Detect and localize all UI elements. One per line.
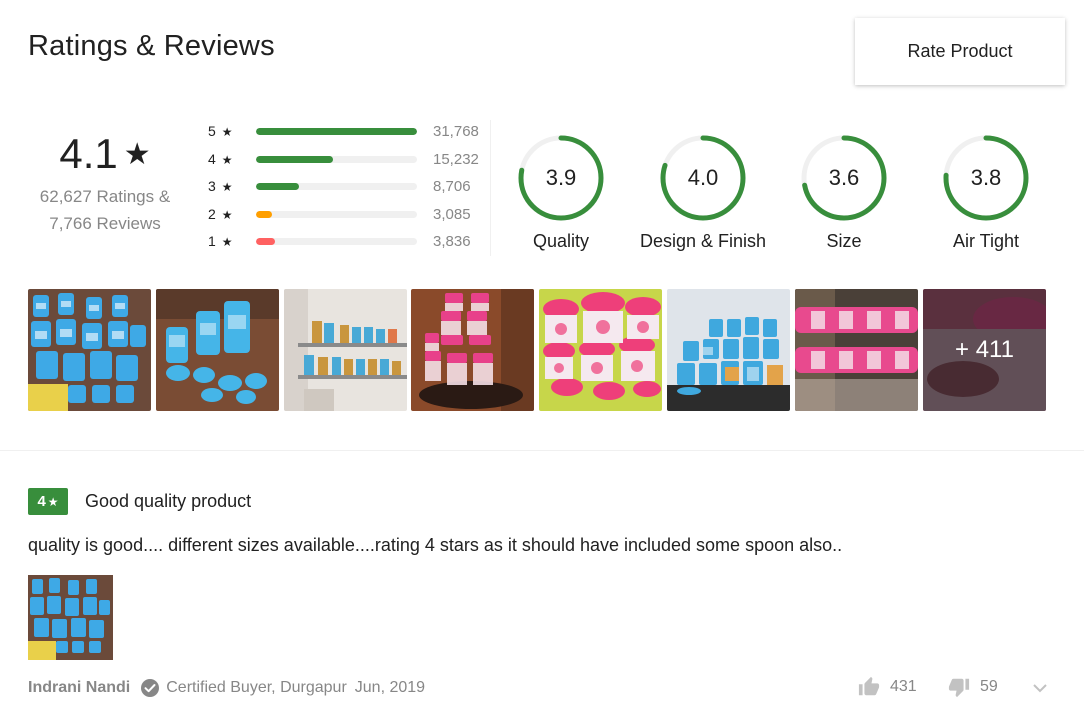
rating-label: 1 ★ [208, 233, 233, 249]
reviews-count: 7,766 Reviews [49, 214, 161, 233]
reviewer-name: Indrani Nandi [28, 679, 131, 696]
ratings-count: 62,627 Ratings & [39, 187, 171, 206]
rating-row-2: 2 ★ 3,085 [208, 204, 488, 224]
star-icon: ★ [221, 180, 233, 194]
review-photo-thumbnail[interactable] [539, 289, 662, 411]
rating-bar-fill [256, 210, 273, 218]
rating-row-4: 4 ★ 15,232 [208, 149, 488, 169]
upvote-count: 431 [890, 678, 917, 695]
rating-bar-fill [256, 155, 334, 163]
rating-bar-fill [256, 237, 276, 245]
rating-count: 3,085 [433, 205, 471, 223]
star-icon: ★ [221, 208, 233, 222]
more-photos-label: + 411 [923, 289, 1046, 411]
rating-row-5: 5 ★ 31,768 [208, 121, 488, 141]
aspect-size: 3.6 Size [764, 133, 924, 252]
aspect-ring: 4.0 [660, 135, 746, 221]
rating-bar-fill [256, 182, 300, 190]
rating-bar-track [256, 182, 417, 190]
review-photo-thumbnail[interactable] [156, 289, 279, 411]
downvote-count: 59 [980, 678, 998, 695]
average-value: 4.1 [59, 130, 118, 177]
review-rating-value: 4 [37, 493, 46, 510]
aspect-label: Design & Finish [639, 231, 767, 251]
thumbs-up-icon [858, 676, 880, 696]
verified-check-icon [141, 679, 160, 697]
aspect-ring: 3.8 [943, 135, 1029, 221]
aspect-score: 4.0 [688, 165, 719, 190]
review-date: Jun, 2019 [354, 679, 426, 696]
star-icon: ★ [47, 494, 59, 509]
review-text: quality is good.... different sizes avai… [28, 535, 843, 555]
review-photo-thumbnail[interactable] [795, 289, 918, 411]
aspect-label: Air Tight [952, 231, 1020, 251]
rating-label: 5 ★ [208, 123, 233, 139]
star-icon: ★ [123, 138, 151, 171]
average-rating: 4.1 ★ [30, 130, 180, 179]
aspect-score: 3.8 [971, 165, 1002, 190]
aspect-label: Quality [532, 231, 590, 251]
thumbs-down-icon [948, 678, 970, 698]
rating-bar-track [256, 127, 417, 135]
rating-count: 3,836 [433, 232, 471, 250]
chevron-down-icon[interactable] [1032, 680, 1048, 701]
rating-bar-fill [256, 127, 417, 135]
review-meta: Indrani Nandi Certified Buyer, Durgapur … [28, 678, 425, 698]
star-icon: ★ [221, 125, 233, 139]
review-photo-thumbnail[interactable] [411, 289, 534, 411]
rating-row-1: 1 ★ 3,836 [208, 231, 488, 251]
rating-count: 31,768 [433, 122, 479, 140]
rating-count: 15,232 [433, 150, 479, 168]
review-rating-badge: 4 ★ [28, 488, 68, 515]
review-photo-more[interactable]: + 411 [923, 289, 1046, 411]
review-photo-thumbnail[interactable] [28, 289, 151, 411]
rating-count: 8,706 [433, 177, 471, 195]
certified-buyer: Certified Buyer, Durgapur [140, 678, 347, 698]
rating-label: 2 ★ [208, 206, 233, 222]
aspect-quality: 3.9 Quality [481, 133, 641, 252]
star-icon: ★ [221, 235, 233, 249]
average-rating-block: 4.1 ★ 62,627 Ratings & 7,766 Reviews [30, 130, 180, 237]
rating-bar-track [256, 237, 417, 245]
rating-label: 3 ★ [208, 178, 233, 194]
aspect-label: Size [826, 231, 862, 251]
review-image[interactable] [28, 575, 113, 660]
review-title: Good quality product [85, 491, 252, 511]
section-divider [0, 450, 1084, 451]
aspect-score: 3.6 [829, 165, 860, 190]
downvote-button[interactable]: 59 [948, 676, 998, 698]
aspect-ring: 3.6 [801, 135, 887, 221]
rating-bar-track [256, 210, 417, 218]
aspect-score: 3.9 [546, 165, 577, 190]
aspect-design-finish: 4.0 Design & Finish [623, 133, 783, 252]
rating-label: 4 ★ [208, 151, 233, 167]
rating-bar-track [256, 155, 417, 163]
review-photo-thumbnail[interactable] [284, 289, 407, 411]
rating-row-3: 3 ★ 8,706 [208, 176, 488, 196]
upvote-button[interactable]: 431 [858, 676, 917, 698]
rate-product-button[interactable]: Rate Product [855, 18, 1065, 85]
certified-buyer-label: Certified Buyer, Durgapur [166, 679, 347, 696]
aspect-air-tight: 3.8 Air Tight [906, 133, 1066, 252]
aspect-ring: 3.9 [518, 135, 604, 221]
star-icon: ★ [221, 153, 233, 167]
page-title: Ratings & Reviews [28, 30, 275, 62]
review-photo-thumbnail[interactable] [667, 289, 790, 411]
